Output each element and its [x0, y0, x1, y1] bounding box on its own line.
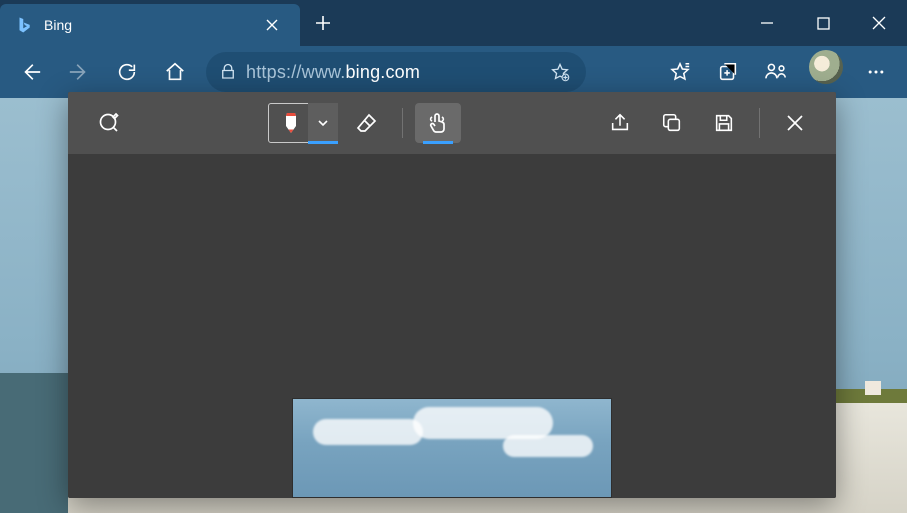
window-titlebar: Bing [0, 0, 907, 46]
address-url: https://www.bing.com [246, 62, 542, 83]
refresh-button[interactable] [104, 50, 150, 94]
minimize-button[interactable] [739, 0, 795, 46]
settings-menu-button[interactable] [853, 50, 899, 94]
close-window-button[interactable] [851, 0, 907, 46]
navigation-toolbar: https://www.bing.com [0, 46, 907, 98]
tab-close-button[interactable] [258, 11, 286, 39]
tab-title: Bing [44, 17, 248, 33]
toolbar-separator [402, 108, 403, 138]
web-capture-overlay [68, 92, 836, 498]
maximize-button[interactable] [795, 0, 851, 46]
touch-writing-button[interactable] [415, 103, 461, 143]
browser-tab[interactable]: Bing [0, 4, 300, 46]
collections-button[interactable] [705, 50, 751, 94]
address-bar[interactable]: https://www.bing.com [206, 52, 586, 92]
copy-button[interactable] [649, 103, 695, 143]
save-button[interactable] [701, 103, 747, 143]
window-controls [739, 0, 907, 46]
pen-active-indicator [308, 141, 338, 144]
profile-avatar[interactable] [809, 50, 843, 84]
back-button[interactable] [8, 50, 54, 94]
bing-favicon-icon [14, 15, 34, 35]
add-note-button[interactable] [86, 103, 132, 143]
web-capture-toolbar [68, 92, 836, 154]
site-info-lock-icon[interactable] [210, 54, 246, 90]
favorites-button[interactable] [657, 50, 703, 94]
profile-switcher-icon[interactable] [753, 50, 799, 94]
close-overlay-button[interactable] [772, 103, 818, 143]
home-button[interactable] [152, 50, 198, 94]
web-capture-canvas[interactable] [68, 154, 836, 498]
share-button[interactable] [597, 103, 643, 143]
eraser-tool-button[interactable] [344, 103, 390, 143]
touch-active-indicator [423, 141, 453, 144]
pen-options-dropdown[interactable] [308, 103, 338, 143]
toolbar-separator [759, 108, 760, 138]
forward-button[interactable] [56, 50, 102, 94]
captured-image-preview[interactable] [292, 398, 612, 498]
new-tab-button[interactable] [300, 0, 346, 46]
add-favorite-button[interactable] [542, 54, 578, 90]
